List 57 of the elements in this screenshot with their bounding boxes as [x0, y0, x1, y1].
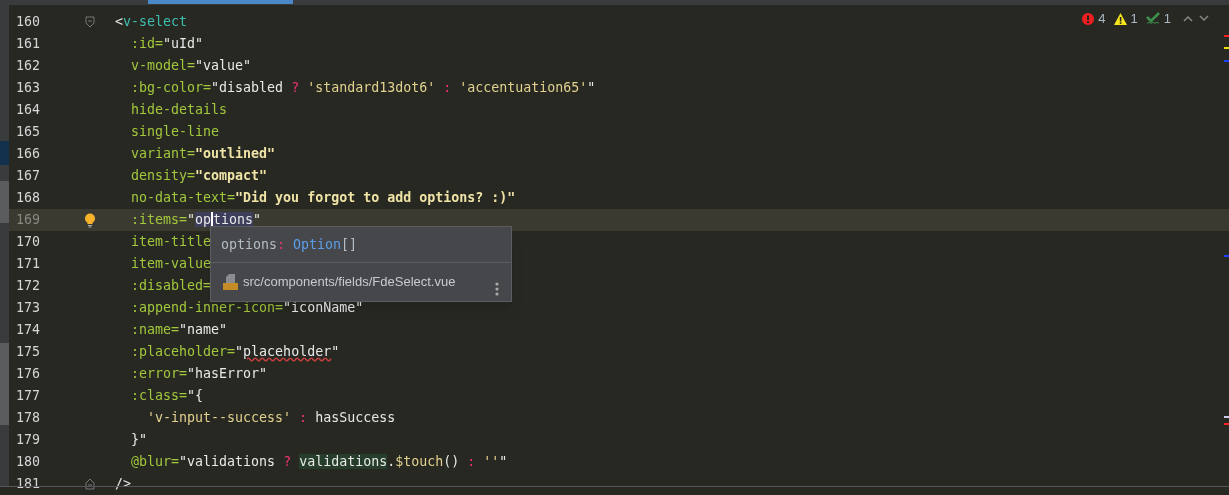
code-line: v-model="value"	[130, 57, 252, 76]
inspection-counter[interactable]: 1	[1113, 9, 1138, 29]
code-line: :append-inner-icon="iconName"	[130, 299, 364, 318]
error-icon	[1082, 12, 1095, 25]
line-number: 171	[15, 255, 42, 274]
code-line: item-title	[130, 233, 212, 252]
code-line: :class="{	[130, 387, 204, 406]
code-line: single-line	[130, 123, 220, 142]
code-line: }"	[130, 431, 147, 450]
fold-icon[interactable]	[85, 16, 95, 28]
line-number: 172	[15, 277, 42, 296]
line-number: 163	[15, 79, 42, 98]
spellcheck-icon	[1145, 12, 1160, 26]
line-number: 167	[15, 167, 42, 186]
line-number: 177	[15, 387, 42, 406]
code-line: :name="name"	[130, 321, 228, 340]
code-line: no-data-text="Did you forgot to add options? :)"	[130, 189, 516, 208]
code-line: item-value	[130, 255, 212, 274]
code-line: density="compact"	[130, 167, 268, 186]
more-icon[interactable]	[495, 282, 499, 296]
inspection-counter[interactable]: 4	[1082, 9, 1106, 29]
line-number: 174	[15, 321, 42, 340]
line-number: 168	[15, 189, 42, 208]
js-file-icon	[223, 273, 239, 291]
code-line: variant="outlined"	[130, 145, 276, 164]
line-number: 169	[15, 211, 42, 230]
warning-icon	[1113, 12, 1127, 25]
code-line: :error="hasError"	[130, 365, 268, 384]
line-number: 170	[15, 233, 42, 252]
line-number: 164	[15, 101, 42, 120]
line-number: 176	[15, 365, 42, 384]
line-number: 178	[15, 409, 42, 428]
line-number: 173	[15, 299, 42, 318]
code-line: :id="uId"	[130, 35, 204, 54]
line-number: 161	[15, 35, 42, 54]
fold-icon[interactable]	[85, 478, 95, 490]
line-number: 175	[15, 343, 42, 362]
inspection-counter[interactable]: 1	[1145, 9, 1171, 29]
file-path: src/components/fields/FdeSelect.vue	[243, 273, 456, 292]
next-icon[interactable]	[1199, 15, 1209, 23]
code-line: 'v-input--success' : hasSuccess	[146, 409, 396, 428]
popup-signature: options: Option[]	[211, 227, 511, 263]
line-number: 165	[15, 123, 42, 142]
code-line: :bg-color="disabled ? 'standard13dot6' : 'accentuation65'"	[130, 79, 596, 98]
code-line: <v-select	[115, 13, 188, 32]
previous-icon[interactable]	[1183, 15, 1193, 23]
line-number: 179	[15, 431, 42, 450]
code-line: @blur="validations ? validations.$touch() : ''"	[130, 453, 508, 472]
line-number: 162	[15, 57, 42, 76]
line-number: 160	[15, 13, 42, 32]
code-line: :disabled=	[130, 277, 212, 296]
lightbulb-icon[interactable]	[84, 212, 96, 228]
code-line: :placeholder="placeholder"	[130, 343, 340, 362]
code-line: hide-details	[130, 101, 228, 120]
line-number: 166	[15, 145, 42, 164]
line-number: 180	[15, 453, 42, 472]
scrollbar[interactable]	[0, 5, 9, 487]
